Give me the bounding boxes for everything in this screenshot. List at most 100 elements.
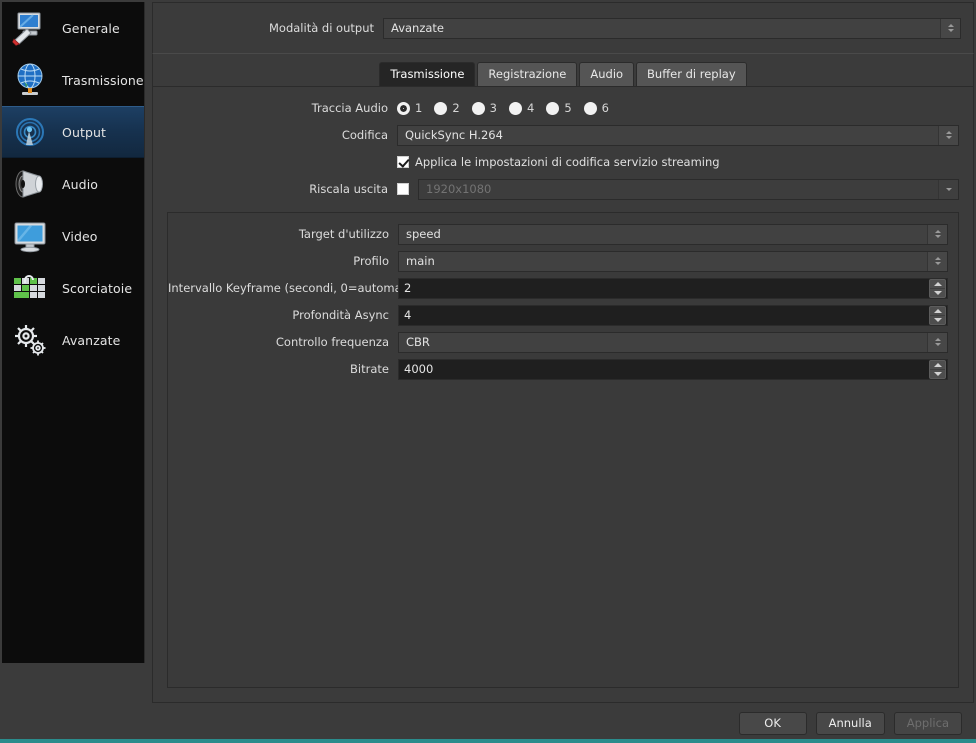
checkbox-indicator[interactable] — [397, 156, 409, 168]
radio-label: 4 — [526, 101, 535, 115]
sidebar-item-audio[interactable]: Audio — [2, 158, 144, 210]
sidebar-item-scorciatoie[interactable]: Scorciatoie — [2, 262, 144, 314]
window-body: Generale Trasmissione Output Audio Video… — [0, 0, 976, 703]
radio-indicator[interactable] — [397, 101, 410, 115]
target-usage-row: Target d'utilizzo speed — [168, 223, 948, 245]
radio-indicator[interactable] — [434, 101, 448, 115]
apply-service-settings-checkbox[interactable]: Applica le impostazioni di codifica serv… — [397, 155, 720, 169]
rate-control-label: Controllo frequenza — [275, 335, 389, 349]
sidebar-item-trasmissione[interactable]: Trasmissione — [2, 54, 144, 106]
ok-button[interactable]: OK — [738, 711, 807, 735]
rescale-output-row: Riscala uscita 1920x1080 — [167, 178, 959, 200]
spinner-buttons[interactable] — [929, 359, 946, 379]
chevron-updown-icon[interactable] — [927, 251, 947, 271]
sidebar-item-label: Audio — [62, 176, 99, 192]
apply-service-settings-row: Applica le impostazioni di codifica serv… — [167, 151, 959, 173]
tab-audio[interactable]: Audio — [579, 62, 635, 86]
trasmissione-tab-panel: Traccia Audio 1 2 3 4 5 6 Codifica Quick… — [152, 87, 974, 703]
radio-indicator[interactable] — [583, 101, 597, 115]
apply-button: Applica — [893, 711, 962, 735]
cancel-button[interactable]: Annulla — [815, 711, 885, 735]
keyframe-interval-spinbox[interactable]: 2 — [398, 277, 948, 299]
sidebar-item-label: Scorciatoie — [62, 280, 133, 296]
async-depth-label: Profondità Async — [292, 308, 389, 322]
radio-label: 5 — [564, 101, 572, 115]
tab-label: Registrazione — [488, 67, 567, 81]
rescale-output-value: 1920x1080 — [426, 182, 492, 196]
tab-registrazione[interactable]: Registrazione — [477, 62, 578, 86]
encoder-combo[interactable]: QuickSync H.264 — [397, 124, 959, 146]
audio-track-option-5[interactable]: 5 — [546, 101, 572, 115]
spin-down-icon[interactable] — [930, 289, 945, 297]
spin-down-icon[interactable] — [930, 316, 945, 324]
chevron-updown-icon[interactable] — [938, 125, 958, 145]
chevron-updown-icon[interactable] — [940, 18, 960, 38]
tab-trasmissione[interactable]: Trasmissione — [379, 62, 476, 86]
sidebar-item-label: Trasmissione — [62, 72, 144, 88]
keyboard-icon — [10, 268, 50, 308]
radio-indicator[interactable] — [546, 101, 560, 115]
rate-control-combo[interactable]: CBR — [398, 331, 948, 353]
async-depth-value[interactable]: 4 — [399, 308, 929, 322]
radio-label: 1 — [415, 101, 423, 115]
monitor-icon — [10, 216, 50, 256]
sidebar-item-label: Output — [62, 124, 107, 140]
spin-down-icon[interactable] — [930, 370, 945, 378]
sidebar-item-label: Generale — [62, 20, 120, 36]
radio-indicator[interactable] — [508, 101, 522, 115]
tab-label: Buffer di replay — [647, 67, 736, 81]
output-tabs: Trasmissione Registrazione Audio Buffer … — [153, 62, 973, 87]
tab-buffer-replay[interactable]: Buffer di replay — [636, 62, 747, 86]
chevron-updown-icon[interactable] — [927, 332, 947, 352]
rescale-output-checkbox[interactable] — [397, 183, 409, 195]
bitrate-value[interactable]: 4000 — [399, 362, 929, 376]
profile-row: Profilo main — [168, 250, 948, 272]
output-mode-row: Modalità di output Avanzate — [152, 2, 974, 53]
audio-track-label: Traccia Audio — [311, 101, 388, 115]
sidebar-item-output[interactable]: Output — [2, 106, 144, 158]
broadcast-antenna-icon — [10, 112, 50, 152]
window-accent-bar — [0, 739, 976, 743]
chevron-down-icon — [938, 179, 958, 199]
audio-track-option-3[interactable]: 3 — [471, 101, 497, 115]
audio-track-option-1[interactable]: 1 — [397, 101, 422, 115]
bitrate-row: Bitrate 4000 — [168, 358, 948, 380]
target-usage-label: Target d'utilizzo — [298, 227, 389, 241]
output-mode-combo[interactable]: Avanzate — [383, 17, 961, 39]
sidebar-item-avanzate[interactable]: Avanzate — [2, 314, 144, 366]
rate-control-row: Controllo frequenza CBR — [168, 331, 948, 353]
radio-indicator[interactable] — [471, 101, 485, 115]
rescale-output-label: Riscala uscita — [309, 182, 388, 196]
sidebar-item-label: Avanzate — [62, 332, 121, 348]
spinner-buttons[interactable] — [929, 278, 946, 298]
async-depth-spinbox[interactable]: 4 — [398, 304, 948, 326]
keyframe-interval-value[interactable]: 2 — [399, 281, 929, 295]
profile-combo[interactable]: main — [398, 250, 948, 272]
globe-network-icon — [10, 60, 50, 100]
chevron-updown-icon[interactable] — [927, 224, 947, 244]
rescale-output-combo: 1920x1080 — [418, 178, 959, 200]
checkbox-label: Applica le impostazioni di codifica serv… — [415, 155, 720, 169]
encoder-value: QuickSync H.264 — [405, 128, 503, 142]
sidebar-item-label: Video — [62, 228, 98, 244]
spinner-buttons[interactable] — [929, 305, 946, 325]
tab-label: Trasmissione — [390, 67, 465, 81]
target-usage-combo[interactable]: speed — [398, 223, 948, 245]
sidebar-item-video[interactable]: Video — [2, 210, 144, 262]
encoder-row: Codifica QuickSync H.264 — [167, 124, 959, 146]
sidebar-item-generale[interactable]: Generale — [2, 2, 144, 54]
encoder-label: Codifica — [341, 128, 388, 142]
keyframe-interval-row: Intervallo Keyframe (secondi, 0=automati… — [168, 277, 948, 299]
radio-label: 6 — [601, 101, 609, 115]
spin-up-icon[interactable] — [930, 307, 945, 316]
spin-up-icon[interactable] — [930, 361, 945, 370]
audio-track-option-2[interactable]: 2 — [434, 101, 460, 115]
audio-track-row: Traccia Audio 1 2 3 4 5 6 — [167, 97, 959, 119]
gears-icon — [10, 320, 50, 360]
audio-track-option-4[interactable]: 4 — [508, 101, 535, 115]
target-usage-value: speed — [406, 227, 441, 241]
audio-track-option-6[interactable]: 6 — [583, 101, 609, 115]
spin-up-icon[interactable] — [930, 280, 945, 289]
bitrate-spinbox[interactable]: 4000 — [398, 358, 948, 380]
async-depth-row: Profondità Async 4 — [168, 304, 948, 326]
